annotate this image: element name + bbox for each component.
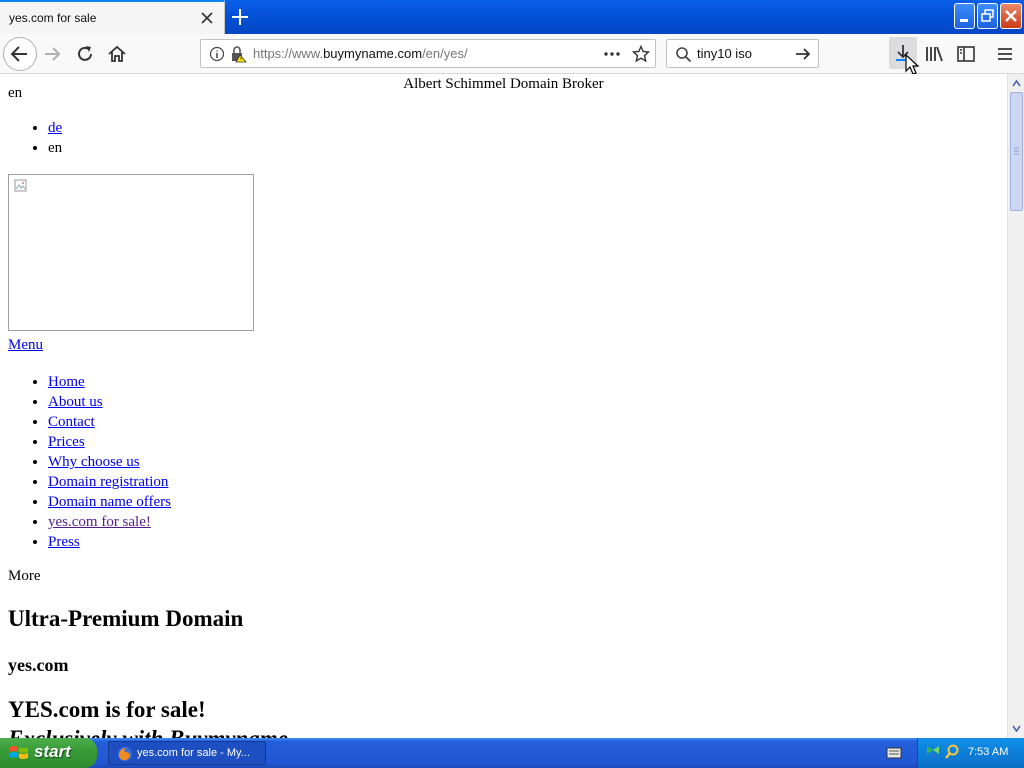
system-tray: 7:53 AM bbox=[917, 738, 1024, 768]
scrollbar-thumb[interactable] bbox=[1010, 92, 1023, 211]
insecure-lock-icon[interactable] bbox=[229, 45, 247, 63]
page-actions-icon[interactable] bbox=[603, 46, 621, 62]
menu-item-domain-name-offers: Domain name offers bbox=[48, 492, 171, 512]
restore-icon bbox=[981, 9, 994, 22]
url-path: /en/yes/ bbox=[422, 46, 468, 61]
menu-link-home[interactable]: Home bbox=[48, 374, 85, 390]
more-label: More bbox=[8, 568, 41, 584]
keyboard-icon[interactable] bbox=[886, 746, 902, 760]
clock: 7:53 AM bbox=[968, 746, 1009, 758]
url-bar[interactable]: https://www.buymyname.com/en/yes/ bbox=[200, 39, 656, 68]
taskbar: start yes.com for sale - My... 7:53 AM bbox=[0, 738, 1024, 768]
sidebar-icon[interactable] bbox=[954, 42, 978, 66]
close-tab-icon[interactable] bbox=[198, 9, 216, 27]
back-button[interactable] bbox=[3, 37, 37, 71]
web-page-content: Albert Schimmel Domain Broker en de en M… bbox=[0, 74, 1007, 738]
windows-logo-icon bbox=[10, 746, 28, 759]
menu-item-contact: Contact bbox=[48, 412, 171, 432]
new-tab-icon[interactable] bbox=[228, 5, 252, 29]
menu-item-why-choose-us: Why choose us bbox=[48, 452, 171, 472]
heading-ultra-premium: Ultra-Premium Domain bbox=[8, 606, 244, 631]
hamburger-menu-icon[interactable] bbox=[993, 42, 1017, 66]
menu-link-prices[interactable]: Prices bbox=[48, 434, 85, 450]
menu-toggle-link[interactable]: Menu bbox=[8, 337, 43, 354]
search-input[interactable]: tiny10 iso bbox=[697, 46, 752, 61]
start-label: start bbox=[34, 742, 71, 761]
start-button[interactable]: start bbox=[0, 738, 97, 768]
broker-title: Albert Schimmel Domain Broker bbox=[403, 76, 604, 92]
minimize-icon bbox=[960, 19, 968, 22]
logo-image-placeholder bbox=[8, 174, 254, 331]
info-icon[interactable] bbox=[209, 46, 225, 62]
bookmark-star-icon[interactable] bbox=[632, 45, 650, 63]
menu-item-prices: Prices bbox=[48, 432, 171, 452]
menu-item-about-us: About us bbox=[48, 392, 171, 412]
language-list: de en bbox=[48, 118, 62, 158]
magnifier-tray-icon[interactable] bbox=[944, 744, 960, 760]
language-link-de[interactable]: de bbox=[48, 120, 62, 136]
scroll-up-arrow-icon[interactable] bbox=[1009, 76, 1024, 91]
tab-active[interactable]: yes.com for sale bbox=[0, 0, 225, 34]
menu-item-yes-com-for-sale: yes.com for sale! bbox=[48, 512, 171, 532]
heading-domain-name: yes.com bbox=[8, 655, 69, 675]
language-item-en: en bbox=[48, 138, 62, 158]
reload-icon[interactable] bbox=[73, 42, 97, 66]
network-status-icon[interactable] bbox=[925, 744, 941, 760]
main-menu-list: Home About us Contact Prices Why choose … bbox=[48, 372, 171, 552]
taskbar-item-firefox[interactable]: yes.com for sale - My... bbox=[108, 741, 266, 765]
tab-title: yes.com for sale bbox=[9, 11, 97, 25]
menu-link-why-choose-us[interactable]: Why choose us bbox=[48, 454, 140, 470]
taskbar-item-label: yes.com for sale - My... bbox=[137, 747, 250, 759]
navigation-toolbar: https://www.buymyname.com/en/yes/ tiny10… bbox=[0, 34, 1024, 75]
search-bar[interactable]: tiny10 iso bbox=[666, 39, 819, 68]
menu-link-domain-name-offers[interactable]: Domain name offers bbox=[48, 494, 171, 510]
menu-item-press: Press bbox=[48, 532, 171, 552]
scroll-grip-icon bbox=[1014, 147, 1019, 155]
library-icon[interactable] bbox=[922, 42, 946, 66]
firefox-icon bbox=[118, 747, 132, 761]
home-icon[interactable] bbox=[105, 42, 129, 66]
url-host: buymyname.com bbox=[323, 46, 423, 61]
mouse-cursor-icon bbox=[905, 54, 920, 75]
vertical-scrollbar[interactable] bbox=[1007, 74, 1024, 738]
close-window-button[interactable] bbox=[1000, 3, 1022, 29]
menu-item-home: Home bbox=[48, 372, 171, 392]
menu-link-contact[interactable]: Contact bbox=[48, 414, 95, 430]
language-item-de: de bbox=[48, 118, 62, 138]
search-icon bbox=[676, 47, 692, 63]
heading-for-sale: YES.com is for sale! bbox=[8, 697, 206, 722]
url-prefix: https://www. bbox=[253, 46, 324, 61]
menu-link-press[interactable]: Press bbox=[48, 534, 80, 550]
restore-button[interactable] bbox=[977, 3, 998, 29]
back-arrow-icon bbox=[10, 46, 27, 62]
menu-item-domain-registration: Domain registration bbox=[48, 472, 171, 492]
forward-arrow-icon[interactable] bbox=[41, 42, 65, 66]
browser-titlebar: yes.com for sale bbox=[0, 0, 1024, 34]
menu-link-yes-com-for-sale[interactable]: yes.com for sale! bbox=[48, 514, 151, 530]
heading-exclusive: Exclusively with Buymyname bbox=[8, 726, 288, 738]
scroll-down-arrow-icon[interactable] bbox=[1009, 721, 1024, 736]
url-text: https://www.buymyname.com/en/yes/ bbox=[253, 46, 468, 61]
broken-image-icon bbox=[14, 179, 27, 192]
search-go-arrow-icon[interactable] bbox=[794, 45, 812, 63]
current-language: en bbox=[8, 85, 23, 101]
close-window-icon bbox=[1005, 10, 1017, 22]
menu-link-domain-registration[interactable]: Domain registration bbox=[48, 474, 168, 490]
minimize-button[interactable] bbox=[954, 3, 975, 29]
menu-link-about-us[interactable]: About us bbox=[48, 394, 103, 410]
